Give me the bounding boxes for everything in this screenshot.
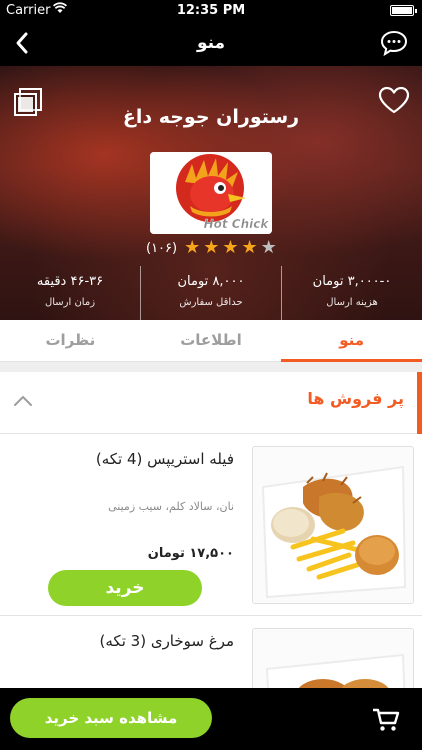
status-bar: Carrier 12:35 PM — [0, 0, 422, 22]
stat-label: زمان ارسال — [44, 297, 96, 308]
category-title: پر فروش ها — [307, 389, 404, 408]
page-title: منو — [196, 33, 226, 53]
stat-minimum-order: ۸,۰۰۰ تومان حداقل سفارش — [140, 266, 281, 320]
chat-bubble-icon[interactable] — [380, 30, 408, 57]
chevron-up-icon[interactable] — [12, 390, 34, 412]
stat-delivery-fee: ۳,۰۰۰-۰ تومان هزینه ارسال — [281, 266, 422, 320]
restaurant-logo: Hot Chick — [150, 152, 272, 234]
item-price: ۱۷,۵۰۰ تومان — [147, 546, 234, 561]
stat-label: هزینه ارسال — [326, 297, 378, 308]
item-name: مرغ سوخاری (3 تکه) — [99, 632, 234, 650]
restaurant-header: رستوران جوجه داغ Hot Chick (۱۰۶) ★ ★ ★ ★… — [0, 66, 422, 320]
category-header[interactable]: پر فروش ها — [0, 372, 422, 434]
star-icon: ★ — [203, 237, 220, 258]
restaurant-stats: ۴۶-۳۶ دقیقه زمان ارسال ۸,۰۰۰ تومان حداقل… — [0, 266, 422, 320]
star-icon: ★ — [241, 237, 258, 258]
buy-button[interactable]: خرید — [48, 570, 202, 606]
stat-value: ۴۶-۳۶ دقیقه — [36, 274, 104, 289]
stat-value: ۸,۰۰۰ تومان — [177, 274, 245, 289]
rating: (۱۰۶) ★ ★ ★ ★ ★ — [146, 238, 277, 258]
item-name: فیله استریپس (4 تکه) — [95, 450, 234, 468]
view-cart-button[interactable]: مشاهده سبد خرید — [10, 698, 212, 738]
tab-reviews[interactable]: نظرات — [0, 320, 141, 361]
logo-wordmark: Hot Chick — [204, 217, 270, 231]
menu-item[interactable]: مرغ سوخاری (3 تکه) — [0, 616, 422, 708]
battery-icon — [390, 5, 417, 16]
bottom-bar: مشاهده سبد خرید — [0, 688, 422, 750]
section-divider — [0, 362, 422, 372]
star-icon: ★ — [222, 237, 239, 258]
item-description: نان، سالاد کلم، سیب زمینی — [108, 500, 234, 513]
menu-item[interactable]: فیله استریپس (4 تکه) نان، سالاد کلم، سیب… — [0, 434, 422, 616]
star-empty-icon: ★ — [260, 237, 277, 258]
star-icon: ★ — [184, 237, 201, 258]
stat-delivery-time: ۴۶-۳۶ دقیقه زمان ارسال — [0, 266, 140, 320]
navigation-bar: منو — [0, 22, 422, 66]
tab-bar: نظرات اطلاعات منو — [0, 320, 422, 362]
clock: 12:35 PM — [176, 3, 246, 18]
stat-value: ۳,۰۰۰-۰ تومان — [312, 274, 392, 289]
item-image — [252, 446, 414, 604]
tab-info[interactable]: اطلاعات — [141, 320, 282, 361]
rating-count: (۱۰۶) — [146, 240, 178, 256]
tab-menu[interactable]: منو — [281, 320, 422, 362]
category-accent-bar — [417, 372, 422, 434]
restaurant-name: رستوران جوجه داغ — [122, 106, 300, 128]
shopping-cart-icon[interactable] — [372, 707, 400, 733]
stat-label: حداقل سفارش — [179, 297, 243, 308]
